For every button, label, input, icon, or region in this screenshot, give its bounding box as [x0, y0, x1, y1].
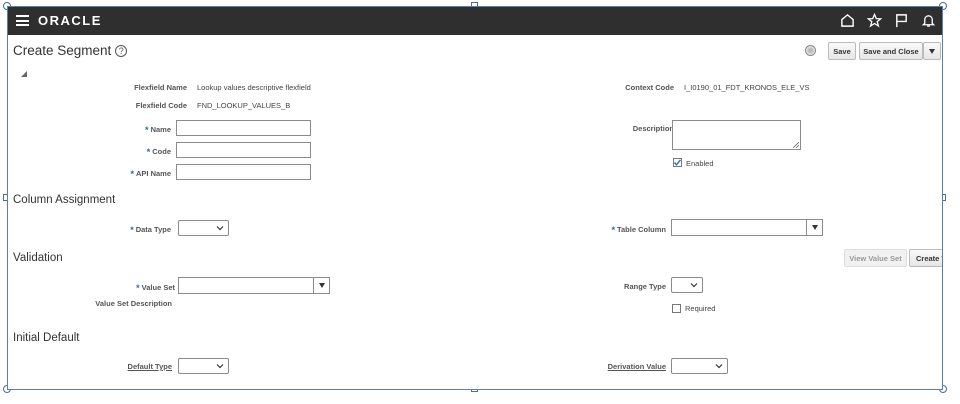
table-column-combobox[interactable] — [671, 219, 823, 236]
chevron-down-icon — [715, 364, 723, 369]
checkmark-icon — [673, 159, 682, 166]
flexfield-name-value: Lookup values descriptive flexfield — [197, 83, 311, 92]
range-type-select[interactable] — [671, 277, 703, 293]
required-marker: * — [130, 169, 134, 179]
chevron-down-icon — [690, 283, 698, 288]
menu-icon[interactable] — [16, 15, 29, 26]
name-input[interactable] — [176, 120, 311, 136]
chevron-down-icon — [811, 225, 818, 230]
table-column-label: * Table Column — [611, 225, 666, 235]
description-textarea[interactable] — [672, 120, 801, 150]
section-validation: Validation — [13, 252, 63, 264]
save-button[interactable]: Save — [828, 42, 856, 60]
api-name-input[interactable] — [176, 164, 311, 180]
code-input[interactable] — [176, 142, 311, 158]
save-and-close-button[interactable]: Save and Close — [859, 42, 923, 60]
favorites-star-icon[interactable] — [865, 11, 884, 30]
global-header: ORACLE — [8, 7, 942, 35]
api-name-label: * API Name — [130, 169, 171, 179]
code-label: * Code — [146, 147, 171, 157]
range-type-label: Range Type — [624, 282, 666, 291]
chevron-down-icon — [318, 283, 325, 288]
description-label: Description — [632, 124, 674, 133]
value-set-description-label: Value Set Description — [95, 299, 172, 308]
derivation-value-label: Derivation Value — [607, 362, 666, 371]
name-label: * Name — [145, 125, 171, 135]
global-icons — [838, 11, 938, 30]
data-type-label: * Data Type — [130, 225, 171, 235]
create-value-set-button[interactable]: Create V — [909, 249, 942, 267]
notifications-bell-icon[interactable] — [919, 11, 938, 30]
resize-grip-icon[interactable] — [793, 142, 799, 148]
section-initial-default: Initial Default — [13, 332, 80, 344]
required-marker: * — [146, 147, 151, 157]
oracle-logo: ORACLE — [38, 13, 102, 28]
value-set-label: * Value Set — [136, 283, 175, 293]
chevron-down-icon — [929, 48, 935, 54]
required-marker: * — [136, 283, 140, 293]
data-type-select[interactable] — [178, 220, 229, 236]
chevron-down-icon — [216, 226, 224, 231]
watchlist-flag-icon[interactable] — [892, 11, 911, 30]
refresh-icon[interactable] — [805, 45, 816, 56]
context-code-label: Context Code — [625, 83, 674, 92]
chevron-down-icon — [216, 364, 224, 369]
derivation-value-select[interactable] — [671, 358, 728, 374]
section-column-assignment: Column Assignment — [13, 194, 116, 206]
flexfield-code-label: Flexfield Code — [135, 101, 187, 110]
save-menu-dropdown-button[interactable] — [923, 42, 941, 60]
home-icon[interactable] — [838, 11, 857, 30]
collapse-toggle-icon[interactable] — [20, 65, 28, 83]
required-marker: * — [130, 225, 134, 235]
required-checkbox[interactable] — [672, 304, 681, 313]
page-title-text: Create Segment — [13, 43, 112, 58]
default-type-label: Default Type — [127, 362, 172, 371]
required-marker: * — [145, 125, 149, 135]
value-set-dropdown-button[interactable] — [313, 278, 329, 293]
required-marker: * — [611, 225, 615, 235]
help-icon[interactable]: ? — [115, 45, 128, 57]
value-set-combobox[interactable] — [178, 277, 330, 294]
flexfield-name-label: Flexfield Name — [134, 83, 187, 92]
context-code-value: I_I0190_01_FDT_KRONOS_ELE_VS — [684, 83, 810, 92]
required-label: Required — [685, 304, 716, 313]
table-column-dropdown-button[interactable] — [806, 220, 822, 235]
enabled-label: Enabled — [686, 159, 714, 168]
flexfield-code-value: FND_LOOKUP_VALUES_B — [197, 101, 291, 110]
view-value-set-button[interactable]: View Value Set — [844, 249, 907, 267]
page-title: Create Segment? — [13, 43, 128, 58]
enabled-checkbox[interactable] — [673, 158, 682, 167]
default-type-select[interactable] — [178, 358, 229, 374]
app-frame: ORACLE Create Segment? Save Save and Clo… — [7, 6, 943, 390]
